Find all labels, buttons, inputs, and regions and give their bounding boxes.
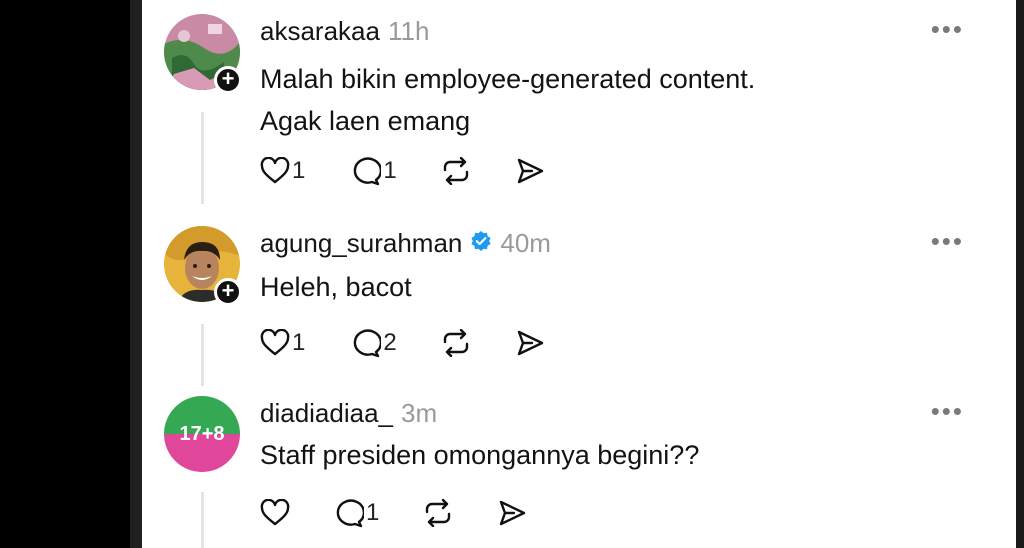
post-header: aksarakaa 11h: [260, 16, 429, 47]
post-item: 17+8 diadiadiaa_ 3m ••• Staff presiden o…: [142, 396, 1016, 548]
post-actions: 1 2: [260, 328, 589, 358]
post-text-line: Heleh, bacot: [260, 272, 412, 302]
reply-count: 2: [383, 329, 397, 356]
timestamp: 11h: [387, 16, 430, 46]
share-button[interactable]: [515, 329, 545, 357]
follow-plus-icon[interactable]: +: [214, 66, 242, 94]
send-icon: [515, 329, 545, 357]
post-text: Staff presiden omongannya begini??: [260, 434, 699, 476]
reply-count: 1: [366, 499, 380, 526]
screen-edge-left: [130, 0, 142, 548]
send-icon: [515, 157, 545, 185]
post-item: + aksarakaa 11h ••• Malah bikin employee…: [142, 14, 1016, 204]
reply-button[interactable]: 2: [349, 328, 397, 358]
post-text-line: Agak laen emang: [260, 106, 471, 136]
post-text: Heleh, bacot: [260, 266, 412, 308]
like-button[interactable]: 1: [260, 157, 305, 185]
like-count: 1: [292, 329, 306, 356]
like-button[interactable]: 1: [260, 329, 305, 357]
thread-feed: + aksarakaa 11h ••• Malah bikin employee…: [142, 0, 1016, 548]
heart-icon: [260, 329, 290, 357]
repost-button[interactable]: [441, 329, 471, 357]
follow-plus-icon[interactable]: +: [214, 278, 242, 306]
timestamp: 3m: [401, 398, 438, 428]
heart-icon: [260, 157, 290, 185]
comment-icon: [332, 498, 364, 528]
reply-button[interactable]: 1: [332, 498, 379, 528]
like-button[interactable]: [260, 499, 292, 527]
more-icon[interactable]: •••: [931, 398, 964, 424]
reply-count: 1: [383, 157, 397, 184]
heart-icon: [260, 499, 290, 527]
send-icon: [497, 499, 527, 527]
share-button[interactable]: [497, 499, 527, 527]
repost-icon: [423, 499, 453, 527]
share-button[interactable]: [515, 157, 545, 185]
like-count: 1: [292, 157, 306, 184]
repost-icon: [441, 329, 471, 357]
post-actions: 1: [260, 498, 571, 528]
post-text: Malah bikin employee-generated content. …: [260, 58, 755, 142]
post-actions: 1 1: [260, 156, 589, 186]
post-text-line: Malah bikin employee-generated content.: [260, 64, 756, 94]
repost-button[interactable]: [423, 499, 453, 527]
username[interactable]: aksarakaa: [260, 16, 380, 47]
repost-icon: [441, 157, 471, 185]
post-text-line: Staff presiden omongannya begini??: [260, 440, 700, 470]
more-icon[interactable]: •••: [931, 16, 964, 42]
reply-button[interactable]: 1: [349, 156, 397, 186]
comment-icon: [349, 328, 382, 358]
thread-line: [201, 112, 204, 204]
username[interactable]: agung_surahman: [260, 228, 462, 259]
timestamp: 40m: [500, 228, 551, 258]
screen-edge-right: [1016, 0, 1024, 548]
thread-line: [201, 324, 204, 386]
post-header: agung_surahman 40m: [260, 228, 551, 259]
post-item: + agung_surahman 40m ••• Heleh, bacot 1: [142, 226, 1016, 386]
repost-button[interactable]: [441, 157, 471, 185]
avatar[interactable]: 17+8: [164, 396, 240, 472]
post-header: diadiadiaa_ 3m: [260, 398, 437, 429]
verified-badge-icon: [470, 228, 492, 259]
thread-line: [201, 492, 204, 548]
comment-icon: [349, 156, 382, 186]
avatar-text: 17+8: [179, 423, 225, 445]
more-icon[interactable]: •••: [931, 228, 964, 254]
username[interactable]: diadiadiaa_: [260, 398, 393, 429]
